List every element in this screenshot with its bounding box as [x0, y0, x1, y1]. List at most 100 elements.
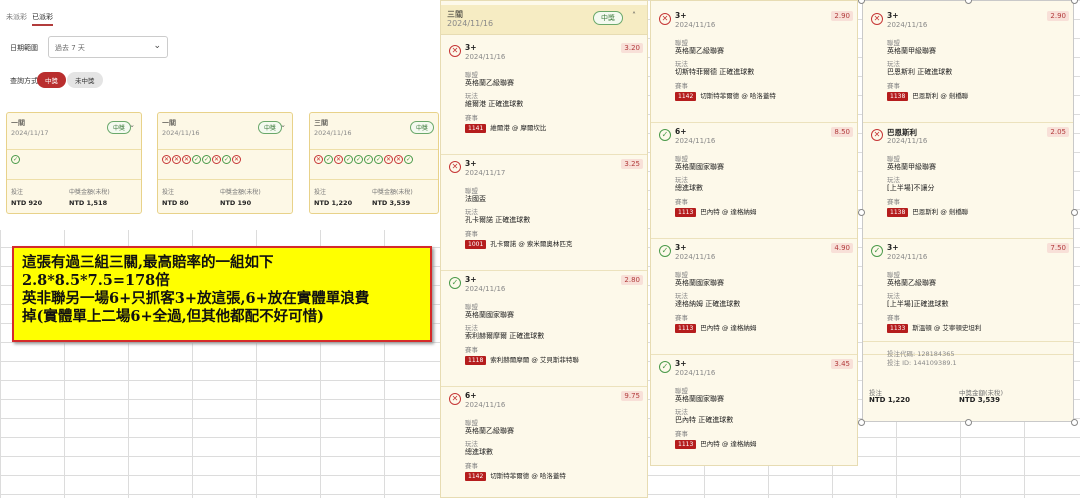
close-circle-icon: ✕: [182, 155, 191, 164]
ticket-date: 2024/11/16: [162, 129, 200, 137]
match-name: 孔卡爾諾 @ 索米爾奧林匹克: [490, 240, 573, 248]
leg-status-icons: ✕ ✓ ✕ ✓ ✓ ✓ ✓ ✕ ✕ ✓: [314, 155, 414, 164]
league-value: 英格蘭甲級聯賽: [887, 163, 936, 171]
divider: [158, 179, 292, 180]
divider: [7, 149, 141, 150]
match-row: 1141 維爾港 @ 摩爾坎比: [465, 122, 546, 133]
date-range-value: 過去 7 天: [55, 44, 85, 52]
match-label: 賽事: [675, 82, 688, 90]
resize-handle[interactable]: [965, 419, 972, 426]
stake-label: 投注: [314, 189, 327, 196]
filter-lost-pill[interactable]: 未中獎: [67, 72, 103, 88]
match-label: 賽事: [465, 346, 478, 354]
ticket-detail-panel: 三關 2024/11/16 中獎 ˄ ✕ 3+ 2024/11/16 3.20 聯盟 英格…: [440, 0, 648, 498]
check-circle-icon: ✓: [364, 155, 373, 164]
leg-pick: 3+: [465, 159, 477, 168]
match-name: 維爾港 @ 摩爾坎比: [490, 124, 547, 132]
match-row: 1118 索利赫爾摩爾 @ 艾貝斯菲特聯: [465, 354, 579, 365]
date-range-select[interactable]: 過去 7 天 ⌄: [48, 36, 168, 58]
leg-date: 2024/11/16: [675, 21, 716, 29]
match-label: 賽事: [887, 82, 900, 90]
match-label: 賽事: [465, 462, 478, 470]
stake-label: 投注: [11, 189, 24, 196]
league-value: 英格蘭國家聯賽: [675, 279, 724, 287]
odds-badge: 3.20: [621, 43, 643, 53]
win-amount-value: NTD 1,518: [69, 199, 108, 207]
league-value: 英格蘭甲級聯賽: [887, 47, 936, 55]
league-value: 英格蘭乙級聯賽: [887, 279, 936, 287]
chevron-up-icon[interactable]: ˄: [632, 11, 636, 20]
annotation-note[interactable]: 這張有過三組三關,最高賠率的一組如下 2.8*8.5*7.5=178倍 英非聯另…: [12, 246, 432, 342]
league-value: 英格蘭乙級聯賽: [465, 427, 514, 435]
match-id-badge: 1138: [887, 208, 909, 217]
match-label: 賽事: [675, 198, 688, 206]
match-label: 賽事: [675, 314, 688, 322]
resize-handle[interactable]: [1071, 209, 1078, 216]
bet-leg: ✓ 3+ 2024/11/16 3.45 聯盟 英格蘭國家聯賽 玩法 巴內特 正確進球數 賽事 1…: [651, 355, 857, 465]
match-row: 1142 切斯特菲爾德 @ 哈洛蓋特: [675, 90, 776, 101]
league-value: 英格蘭國家聯賽: [675, 395, 724, 403]
bet-leg: ✕ 6+ 2024/11/16 9.75 聯盟 英格蘭乙級聯賽 玩法 總進球數 賽事 1142 切斯…: [441, 387, 647, 497]
leg-date: 2024/11/16: [465, 401, 506, 409]
filter-won-pill[interactable]: 中獎: [37, 72, 66, 88]
leg-pick: 3+: [465, 275, 477, 284]
match-row: 1113 巴內特 @ 達格納姆: [675, 206, 756, 217]
odds-badge: 2.05: [1047, 127, 1069, 137]
check-circle-icon: ✓: [354, 155, 363, 164]
resize-handle[interactable]: [858, 209, 865, 216]
match-name: 巴恩斯利 @ 劍橋聯: [912, 92, 969, 100]
ticket-card[interactable]: 三關 2024/11/16 中獎 ✕ ✓ ✕ ✓ ✓ ✓ ✓ ✕ ✕ ✓ 投注 中獎金額(未稅) …: [309, 112, 439, 214]
leg-pick: 3+: [465, 43, 477, 52]
leg-date: 2024/11/17: [465, 169, 506, 177]
tab-settled[interactable]: 已派彩: [32, 12, 53, 26]
resize-handle[interactable]: [858, 419, 865, 426]
win-amount-label: 中獎金額(未稅): [220, 189, 261, 196]
ticket-card[interactable]: 一關 2024/11/16 中獎 ⌄ ✕ ✕ ✕ ✓ ✓ ✕ ✓ ✕ 投注 中獎金額(未稅) …: [157, 112, 293, 214]
leg-status-icons: ✓: [11, 155, 21, 164]
bet-leg: ✓ 3+ 2024/11/16 7.50 聯盟 英格蘭乙級聯賽 玩法 [上半場]正確進球數 賽事…: [863, 239, 1073, 355]
leg-pick: 3+: [675, 243, 687, 252]
check-circle-icon: ✓: [222, 155, 231, 164]
leg-pick: 3+: [675, 359, 687, 368]
divider: [310, 179, 438, 180]
note-line: 英非聯另一場6+只抓客3+放這張,6+放在實體單浪費: [22, 290, 370, 307]
leg-date: 2024/11/16: [675, 253, 716, 261]
match-row: 1001 孔卡爾諾 @ 索米爾奧林匹克: [465, 238, 572, 249]
match-name: 切斯特菲爾德 @ 哈洛蓋特: [490, 472, 566, 480]
match-row: 1138 巴恩斯利 @ 劍橋聯: [887, 206, 968, 217]
close-circle-icon: ✕: [334, 155, 343, 164]
close-circle-icon: ✕: [314, 155, 323, 164]
bet-leg: ✕ 3+ 2024/11/16 3.20 聯盟 英格蘭乙級聯賽 玩法 維爾港 正確進球數 賽事 1…: [441, 39, 647, 155]
win-badge: 中獎: [107, 121, 132, 134]
match-id-badge: 1118: [465, 356, 487, 365]
check-circle-icon: ✓: [344, 155, 353, 164]
match-row: 1113 巴內特 @ 達格納姆: [675, 322, 756, 333]
match-name: 切斯特菲爾德 @ 哈洛蓋特: [700, 92, 776, 100]
odds-badge: 8.50: [831, 127, 853, 137]
match-id-badge: 1133: [887, 324, 909, 333]
ticket-detail-panel: ✕ 3+ 2024/11/16 2.90 聯盟 英格蘭乙級聯賽 玩法 切斯特菲爾德 正確進球數…: [650, 0, 858, 466]
league-value: 英格蘭國家聯賽: [675, 163, 724, 171]
odds-badge: 2.90: [831, 11, 853, 21]
divider: [158, 149, 292, 150]
chevron-down-icon[interactable]: ⌄: [280, 121, 286, 129]
close-circle-icon: ✕: [449, 161, 461, 173]
stake-value: NTD 920: [11, 199, 43, 207]
odds-badge: 9.75: [621, 391, 643, 401]
leg-date: 2024/11/16: [675, 137, 716, 145]
ticket-header[interactable]: 三關 2024/11/16 中獎 ˄: [441, 5, 647, 35]
check-circle-icon: ✓: [404, 155, 413, 164]
ticket-card[interactable]: 一關 2024/11/17 中獎 ⌄ ✓ 投注 中獎金額(未稅) NTD 920…: [6, 112, 142, 214]
check-circle-icon: ✓: [449, 277, 461, 289]
chevron-down-icon[interactable]: ⌄: [129, 121, 135, 129]
resize-handle[interactable]: [1071, 419, 1078, 426]
match-label: 賽事: [465, 230, 478, 238]
match-name: 巴內特 @ 達格納姆: [700, 440, 757, 448]
tab-unsettled[interactable]: 未派彩: [6, 12, 27, 22]
match-name: 巴內特 @ 達格納姆: [700, 208, 757, 216]
resize-handle[interactable]: [1071, 0, 1078, 4]
play-value: 達格納姆 正確進球數: [675, 300, 741, 308]
close-circle-icon: ✕: [394, 155, 403, 164]
win-amount-value: NTD 3,539: [372, 199, 411, 207]
note-line: 掉(實體單上二場6+全過,但其他都配不好可惜): [22, 308, 325, 325]
